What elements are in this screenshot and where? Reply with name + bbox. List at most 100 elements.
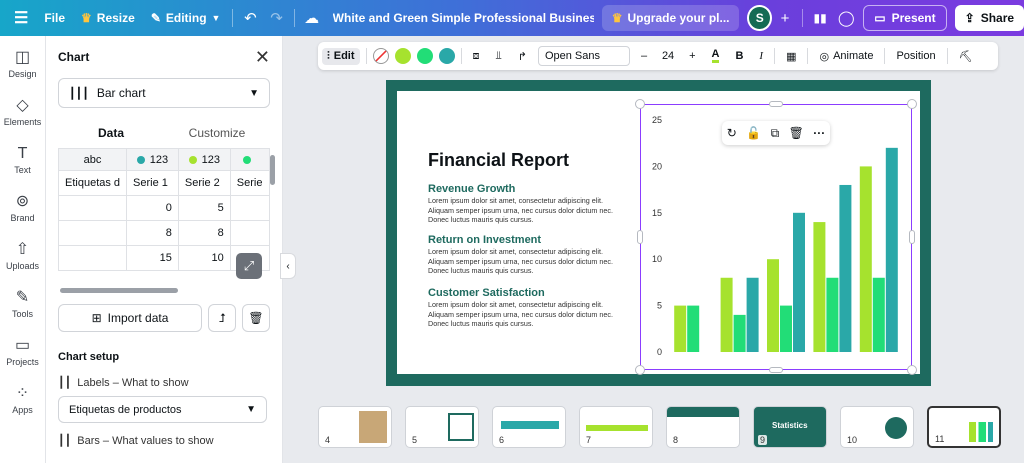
page-thumbnail-selected[interactable]: 11 (927, 406, 1001, 448)
resize-handle[interactable] (909, 230, 915, 244)
upgrade-button[interactable]: ♛ Upgrade your pl... (601, 5, 740, 31)
labels-select[interactable]: Etiquetas de productos ▼ (58, 396, 267, 423)
color-swatch-3[interactable] (438, 48, 455, 64)
spacing-button[interactable]: ⧈ (468, 48, 485, 65)
document-title[interactable]: White and Green Simple Professional Busi… (333, 11, 594, 25)
page-thumbnail[interactable]: 6 (492, 406, 566, 448)
section-body[interactable]: Lorem ipsum dolor sit amet, consectetur … (428, 247, 628, 276)
table-cell[interactable] (229, 195, 270, 221)
duplicate-icon[interactable]: ⧉ (771, 126, 780, 141)
column-header[interactable]: Serie 2 (177, 170, 231, 196)
editing-mode-button[interactable]: ✎ Editing ▼ (143, 11, 229, 25)
color-swatch-2[interactable] (416, 48, 433, 64)
table-cell[interactable]: 10 (177, 245, 231, 271)
position-button[interactable]: Position (891, 48, 940, 64)
edit-chart-button[interactable]: ⫶ Edit (322, 47, 360, 65)
column-header[interactable]: Serie 1 (126, 170, 179, 196)
text-color-button[interactable]: A (707, 47, 725, 65)
add-collaborator-button[interactable]: + (772, 4, 798, 32)
avatar[interactable]: S (747, 5, 772, 31)
cloud-save-button[interactable]: ☁ (299, 4, 325, 32)
page-number: 10 (845, 435, 860, 445)
page-thumbnail[interactable]: 7 (579, 406, 653, 448)
copy-style-button[interactable]: ⛏ (954, 48, 978, 65)
table-cell[interactable]: 0 (126, 195, 179, 221)
tab-customize[interactable]: Customize (164, 118, 270, 150)
page-thumbnail[interactable]: 10 (840, 406, 914, 448)
resize-handle[interactable] (907, 99, 917, 109)
table-cell[interactable]: 5 (177, 195, 231, 221)
import-data-button[interactable]: ⊞ Import data (58, 304, 202, 332)
grid-vertical-scrollbar[interactable] (270, 155, 275, 185)
close-icon[interactable]: ✕ (255, 47, 270, 68)
share-button[interactable]: ⇪ Share (954, 5, 1024, 31)
font-family-select[interactable]: Open Sans (537, 46, 630, 66)
table-cell[interactable] (58, 195, 128, 221)
page-thumbnail[interactable]: 5 (405, 406, 479, 448)
redo-button[interactable]: ↷ (264, 4, 290, 32)
collapse-panel-button[interactable]: ‹ (280, 253, 296, 279)
animate-button[interactable]: ◎ Animate (814, 48, 878, 65)
table-cell[interactable]: 8 (177, 220, 231, 246)
table-cell[interactable]: 15 (126, 245, 179, 271)
resize-handle[interactable] (907, 365, 917, 375)
comments-button[interactable]: ◯ (833, 4, 859, 32)
bold-button[interactable]: B (730, 48, 748, 64)
align-bars-button[interactable]: ⫫ (491, 48, 507, 65)
transparency-button[interactable]: ▦ (781, 48, 801, 65)
expand-grid-button[interactable]: ⤢ (236, 253, 262, 279)
font-size-value[interactable]: 24 (658, 50, 678, 62)
italic-button[interactable]: I (754, 48, 768, 64)
font-size-decrease[interactable]: – (636, 48, 652, 64)
rail-brand[interactable]: ⊚ Brand (0, 184, 45, 232)
trash-icon[interactable]: 🗑 (789, 126, 804, 140)
file-menu[interactable]: File (36, 11, 73, 25)
table-cell[interactable]: 8 (126, 220, 179, 246)
resize-handle[interactable] (769, 101, 783, 107)
resize-handle[interactable] (637, 230, 643, 244)
font-size-increase[interactable]: + (684, 48, 700, 64)
rail-tools[interactable]: ✎ Tools (0, 280, 45, 328)
rail-text[interactable]: T Text (0, 136, 45, 184)
column-header[interactable]: Serie (229, 170, 270, 196)
page-thumbnail[interactable]: 8 (666, 406, 740, 448)
table-cell[interactable] (229, 220, 270, 246)
rail-design[interactable]: ◫ Design (0, 40, 45, 88)
table-cell[interactable] (58, 220, 128, 246)
resize-handle[interactable] (635, 365, 645, 375)
rail-uploads[interactable]: ⇧ Uploads (0, 232, 45, 280)
resize-button[interactable]: ♛ Resize (73, 11, 143, 25)
edit-label: Edit (333, 50, 355, 62)
present-button[interactable]: ▭ Present (863, 5, 947, 31)
resize-handle[interactable] (769, 367, 783, 373)
slide-title[interactable]: Financial Report (428, 150, 569, 171)
chart-type-select[interactable]: ┃┃┃ Bar chart ▼ (58, 78, 270, 108)
line-style-button[interactable]: ↱ (513, 48, 532, 65)
rail-projects[interactable]: ▭ Projects (0, 328, 45, 376)
resize-handle[interactable] (635, 99, 645, 109)
section-heading[interactable]: Revenue Growth (428, 183, 515, 195)
section-body[interactable]: Lorem ipsum dolor sit amet, consectetur … (428, 300, 628, 329)
rail-label: Projects (6, 356, 39, 367)
section-heading[interactable]: Customer Satisfaction (428, 287, 545, 299)
undo-button[interactable]: ↶ (237, 4, 263, 32)
section-heading[interactable]: Return on Investment (428, 234, 541, 246)
more-icon[interactable]: ··· (813, 126, 825, 140)
menu-button[interactable]: ☰ (0, 8, 36, 28)
rail-elements[interactable]: ◇ Elements (0, 88, 45, 136)
color-swatch-1[interactable] (394, 48, 411, 64)
grid-horizontal-scrollbar[interactable] (60, 288, 178, 293)
table-cell[interactable] (58, 245, 128, 271)
column-header[interactable]: Etiquetas d (58, 170, 128, 196)
insights-button[interactable]: ▮▮ (807, 4, 833, 32)
section-body[interactable]: Lorem ipsum dolor sit amet, consectetur … (428, 196, 628, 225)
swap-axes-button[interactable]: ⮥ (208, 304, 236, 332)
rotate-icon[interactable]: ↻ (727, 126, 737, 140)
rail-apps[interactable]: ⁘ Apps (0, 376, 45, 424)
delete-data-button[interactable]: 🗑 (242, 304, 270, 332)
no-fill-swatch[interactable] (372, 48, 389, 64)
page-thumbnail[interactable]: 4 (318, 406, 392, 448)
lock-icon[interactable]: 🔓 (746, 126, 761, 140)
tab-data[interactable]: Data (58, 118, 164, 150)
page-thumbnail[interactable]: Statistics 9 (753, 406, 827, 448)
